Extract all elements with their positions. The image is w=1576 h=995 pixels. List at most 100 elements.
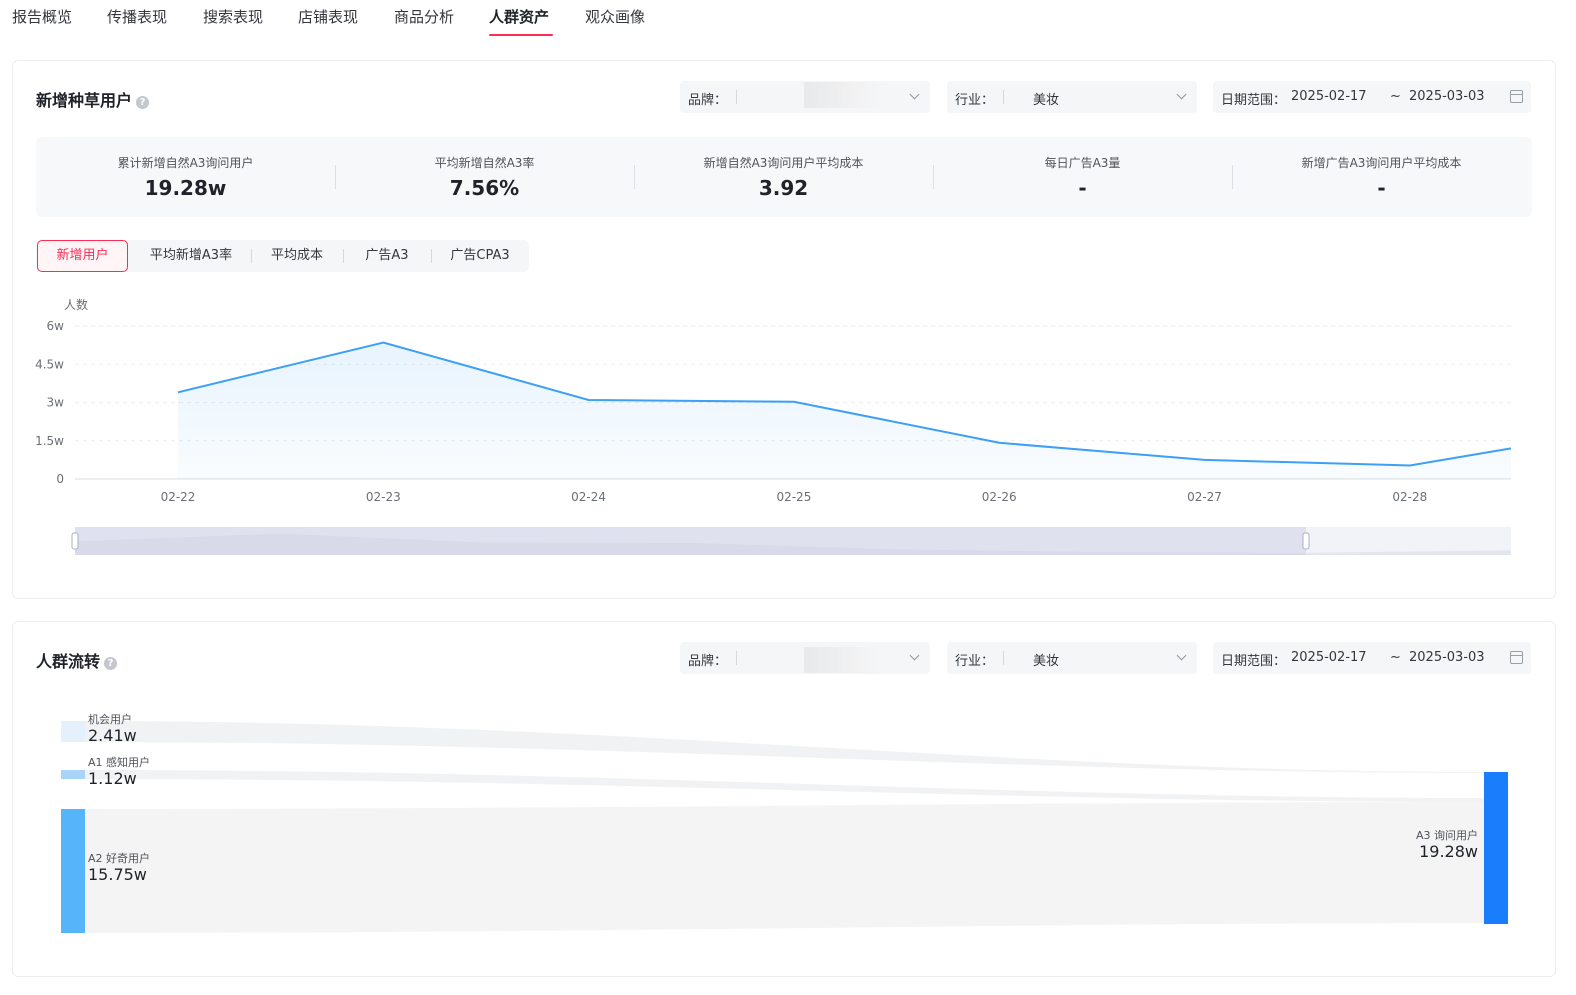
y-axis-title: 人数: [64, 297, 88, 312]
industry-filter-label: 行业：: [955, 93, 995, 108]
industry-filter[interactable]: 行业： 美妆: [947, 642, 1197, 674]
y-tick-label: 0: [56, 472, 64, 486]
tab-viewer-profile[interactable]: 观众画像: [585, 6, 645, 27]
node-name: A2 好奇用户: [88, 851, 150, 865]
new-users-trend-chart: 人数 0 1.5w 3w 4.5w 6w 02-22 02-23 02-24 02-25 02-…: [35, 297, 1512, 555]
calendar-icon: [1510, 651, 1523, 664]
date-start[interactable]: 2025-02-17: [1291, 650, 1367, 665]
x-tick-label: 02-23: [366, 490, 401, 504]
node-value: 1.12w: [88, 769, 137, 788]
card-title-text: 人群流转: [36, 652, 101, 671]
metric-value: 19.28w: [144, 176, 227, 200]
subtab-new-users[interactable]: 新增用户: [37, 240, 128, 272]
brand-filter[interactable]: 品牌：: [680, 642, 930, 674]
flow-link-a1: [85, 770, 1484, 802]
date-start[interactable]: 2025-02-17: [1291, 89, 1367, 104]
tab-audience-assets[interactable]: 人群资产: [489, 6, 549, 27]
flow-link-a2: [85, 802, 1484, 933]
calendar-icon: [1510, 90, 1523, 103]
zoom-handle-left[interactable]: [71, 532, 79, 550]
node-value: 15.75w: [88, 865, 147, 884]
industry-filter-value: 美妆: [1033, 93, 1060, 108]
zoom-selected-range: [75, 527, 1306, 555]
metric-ad-a3-avg-cost: 新增广告A3询问用户平均成本 -: [1232, 137, 1531, 217]
data-zoom-slider[interactable]: [71, 527, 1511, 555]
date-separator: ~: [1390, 650, 1401, 665]
subtab-avg-new-a3-rate[interactable]: 平均新增A3率: [132, 240, 250, 272]
filter-divider: [736, 90, 737, 104]
y-tick-label: 3w: [47, 396, 65, 410]
date-range-label: 日期范围：: [1221, 93, 1287, 108]
sankey-node-a1[interactable]: [61, 770, 85, 779]
metric-label: 每日广告A3量: [1044, 156, 1121, 170]
metric-total-new-a3: 累计新增自然A3询问用户 19.28w: [36, 137, 335, 217]
metric-value: -: [1377, 176, 1386, 200]
x-tick-label: 02-25: [776, 490, 811, 504]
date-end[interactable]: 2025-03-03: [1409, 89, 1485, 104]
active-tab-indicator: [489, 34, 553, 36]
sankey-node-a3[interactable]: [1484, 772, 1508, 924]
subtab-ad-cpa3[interactable]: 广告CPA3: [432, 240, 528, 272]
metric-label: 新增自然A3询问用户平均成本: [703, 156, 864, 170]
date-range-filter[interactable]: 日期范围： 2025-02-17 ~ 2025-03-03: [1213, 81, 1531, 113]
filter-divider: [1003, 651, 1004, 665]
industry-filter[interactable]: 行业： 美妆: [947, 81, 1197, 113]
node-value: 2.41w: [88, 726, 137, 745]
brand-value-redacted: [804, 647, 884, 673]
card-title: 人群流转?: [36, 648, 118, 672]
node-name: A3 询问用户: [1416, 828, 1478, 842]
chevron-down-icon: [909, 89, 920, 100]
node-value: 19.28w: [1419, 842, 1478, 861]
date-range-filter[interactable]: 日期范围： 2025-02-17 ~ 2025-03-03: [1213, 642, 1531, 674]
filter-divider: [736, 651, 737, 665]
x-tick-label: 02-27: [1187, 490, 1222, 504]
audience-flow-sankey: 机会用户 2.41w A1 感知用户 1.12w A2 好奇用户 15.75w …: [61, 712, 1508, 933]
metric-value: 7.56%: [449, 176, 520, 200]
metric-avg-cost: 新增自然A3询问用户平均成本 3.92: [634, 137, 933, 217]
tab-product-analysis[interactable]: 商品分析: [394, 6, 454, 27]
x-tick-label: 02-22: [161, 490, 196, 504]
brand-filter[interactable]: 品牌：: [680, 81, 930, 113]
metric-value: 3.92: [758, 176, 809, 200]
tab-spread-performance[interactable]: 传播表现: [107, 6, 167, 27]
subtab-avg-cost[interactable]: 平均成本: [252, 240, 342, 272]
card-title: 新增种草用户?: [36, 87, 150, 111]
help-icon[interactable]: ?: [104, 657, 118, 670]
chevron-down-icon: [909, 650, 920, 661]
y-tick-label: 4.5w: [35, 357, 64, 371]
metric-value: -: [1078, 176, 1087, 200]
flow-link-opportunity: [85, 721, 1484, 773]
tab-search-performance[interactable]: 搜索表现: [203, 6, 263, 27]
metric-label: 累计新增自然A3询问用户: [117, 156, 254, 170]
filter-divider: [1003, 90, 1004, 104]
y-tick-label: 6w: [47, 319, 65, 333]
card-title-text: 新增种草用户: [36, 91, 133, 110]
metric-daily-ad-a3: 每日广告A3量 -: [933, 137, 1232, 217]
date-end[interactable]: 2025-03-03: [1409, 650, 1485, 665]
zoom-handle-right[interactable]: [1302, 532, 1310, 550]
metric-avg-a3-rate: 平均新增自然A3率 7.56%: [335, 137, 634, 217]
node-name: A1 感知用户: [88, 755, 150, 769]
metrics-summary: 累计新增自然A3询问用户 19.28w 平均新增自然A3率 7.56% 新增自然…: [36, 137, 1532, 217]
chevron-down-icon: [1176, 89, 1187, 100]
brand-value-redacted: [804, 82, 884, 108]
industry-filter-label: 行业：: [955, 654, 995, 669]
series-area: [178, 342, 1511, 479]
subtab-ad-a3[interactable]: 广告A3: [344, 240, 430, 272]
x-tick-label: 02-28: [1392, 490, 1427, 504]
audience-flow-card: 人群流转? 品牌： 行业： 美妆 日期范围： 2025-02-17 ~ 2025…: [12, 621, 1556, 977]
brand-filter-label: 品牌：: [688, 654, 728, 669]
sankey-node-opportunity[interactable]: [61, 721, 85, 742]
date-separator: ~: [1390, 89, 1401, 104]
date-range-label: 日期范围：: [1221, 654, 1287, 669]
industry-filter-value: 美妆: [1033, 654, 1060, 669]
help-icon[interactable]: ?: [136, 96, 150, 109]
report-tabs: 报告概览 传播表现 搜索表现 店铺表现 商品分析 人群资产 观众画像: [0, 0, 1576, 40]
tab-store-performance[interactable]: 店铺表现: [298, 6, 358, 27]
new-seeded-users-card: 新增种草用户? 品牌： 行业： 美妆 日期范围： 2025-02-17 ~ 20…: [12, 60, 1556, 599]
sankey-node-a2[interactable]: [61, 809, 85, 933]
tab-report-overview[interactable]: 报告概览: [12, 6, 72, 27]
metric-label: 新增广告A3询问用户平均成本: [1301, 156, 1462, 170]
node-name: 机会用户: [88, 712, 132, 726]
chevron-down-icon: [1176, 650, 1187, 661]
